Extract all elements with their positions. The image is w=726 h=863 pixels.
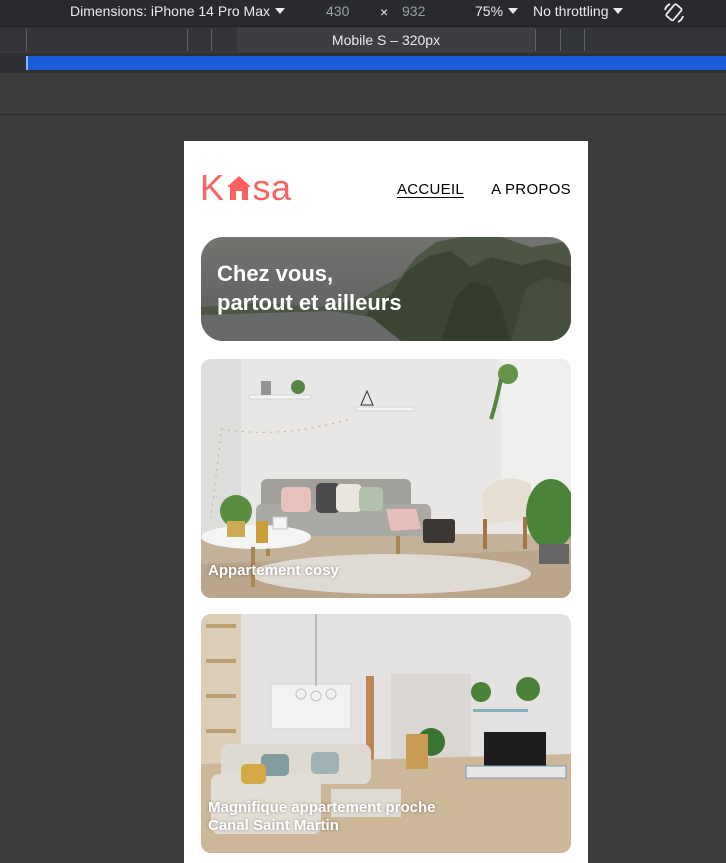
banner-title-line-2: partout et ailleurs [217, 290, 402, 315]
banner-title-line-1: Chez vous, [217, 261, 334, 286]
listing-title: Magnifique appartement proche Canal Sain… [208, 799, 436, 835]
throttling-label: No throttling [533, 3, 609, 19]
device-dropdown[interactable]: Dimensions: iPhone 14 Pro Max [70, 3, 285, 19]
main-nav: ACCUEIL A PROPOS [397, 181, 571, 198]
media-query-divider [584, 29, 585, 51]
hero-banner: Chez vous, partout et ailleurs [201, 237, 571, 341]
chevron-down-icon [613, 8, 624, 14]
kasa-logo[interactable]: K sa [200, 170, 292, 206]
device-dropdown-label: Dimensions: iPhone 14 Pro Max [70, 3, 270, 19]
logo-letters-sa: sa [252, 167, 292, 208]
logo-letter-k: K [200, 167, 225, 208]
media-query-divider [560, 29, 561, 51]
media-query-divider [535, 29, 536, 51]
zoom-label: 75% [475, 3, 504, 19]
media-query-bar: Mobile S – 320px [0, 26, 726, 52]
devtools-toolbar: Dimensions: iPhone 14 Pro Max 430 × 932 … [0, 0, 726, 26]
device-viewport: K sa ACCUEIL A PROPOS Chez vous, partout… [184, 141, 588, 863]
listing-card[interactable]: Magnifique appartement proche Canal Sain… [201, 614, 571, 853]
nav-link-accueil[interactable]: ACCUEIL [397, 181, 464, 198]
breakpoint-bar[interactable] [27, 56, 726, 70]
nav-link-a-propos[interactable]: A PROPOS [491, 181, 571, 198]
dimension-separator: × [380, 4, 389, 20]
media-query-divider [187, 29, 188, 51]
height-input[interactable]: 932 [402, 3, 425, 19]
rotate-icon[interactable] [662, 1, 686, 25]
breakpoint-marker [26, 56, 28, 70]
ruler-area [0, 73, 726, 115]
banner-title: Chez vous, partout et ailleurs [217, 259, 402, 317]
listing-card[interactable]: Appartement cosy [201, 359, 571, 598]
listing-title-line-2: Canal Saint Martin [208, 817, 339, 834]
width-input[interactable]: 430 [326, 3, 349, 19]
house-icon [226, 176, 251, 200]
listing-title-line-1: Magnifique appartement proche [208, 799, 436, 816]
media-query-divider [26, 29, 27, 51]
media-query-mobile-s[interactable]: Mobile S – 320px [237, 27, 535, 52]
chevron-down-icon [275, 8, 285, 14]
chevron-down-icon [508, 8, 519, 14]
listing-title: Appartement cosy [208, 562, 339, 579]
media-query-divider [211, 29, 212, 51]
throttling-dropdown[interactable]: No throttling [533, 3, 624, 19]
zoom-dropdown[interactable]: 75% [475, 3, 519, 19]
